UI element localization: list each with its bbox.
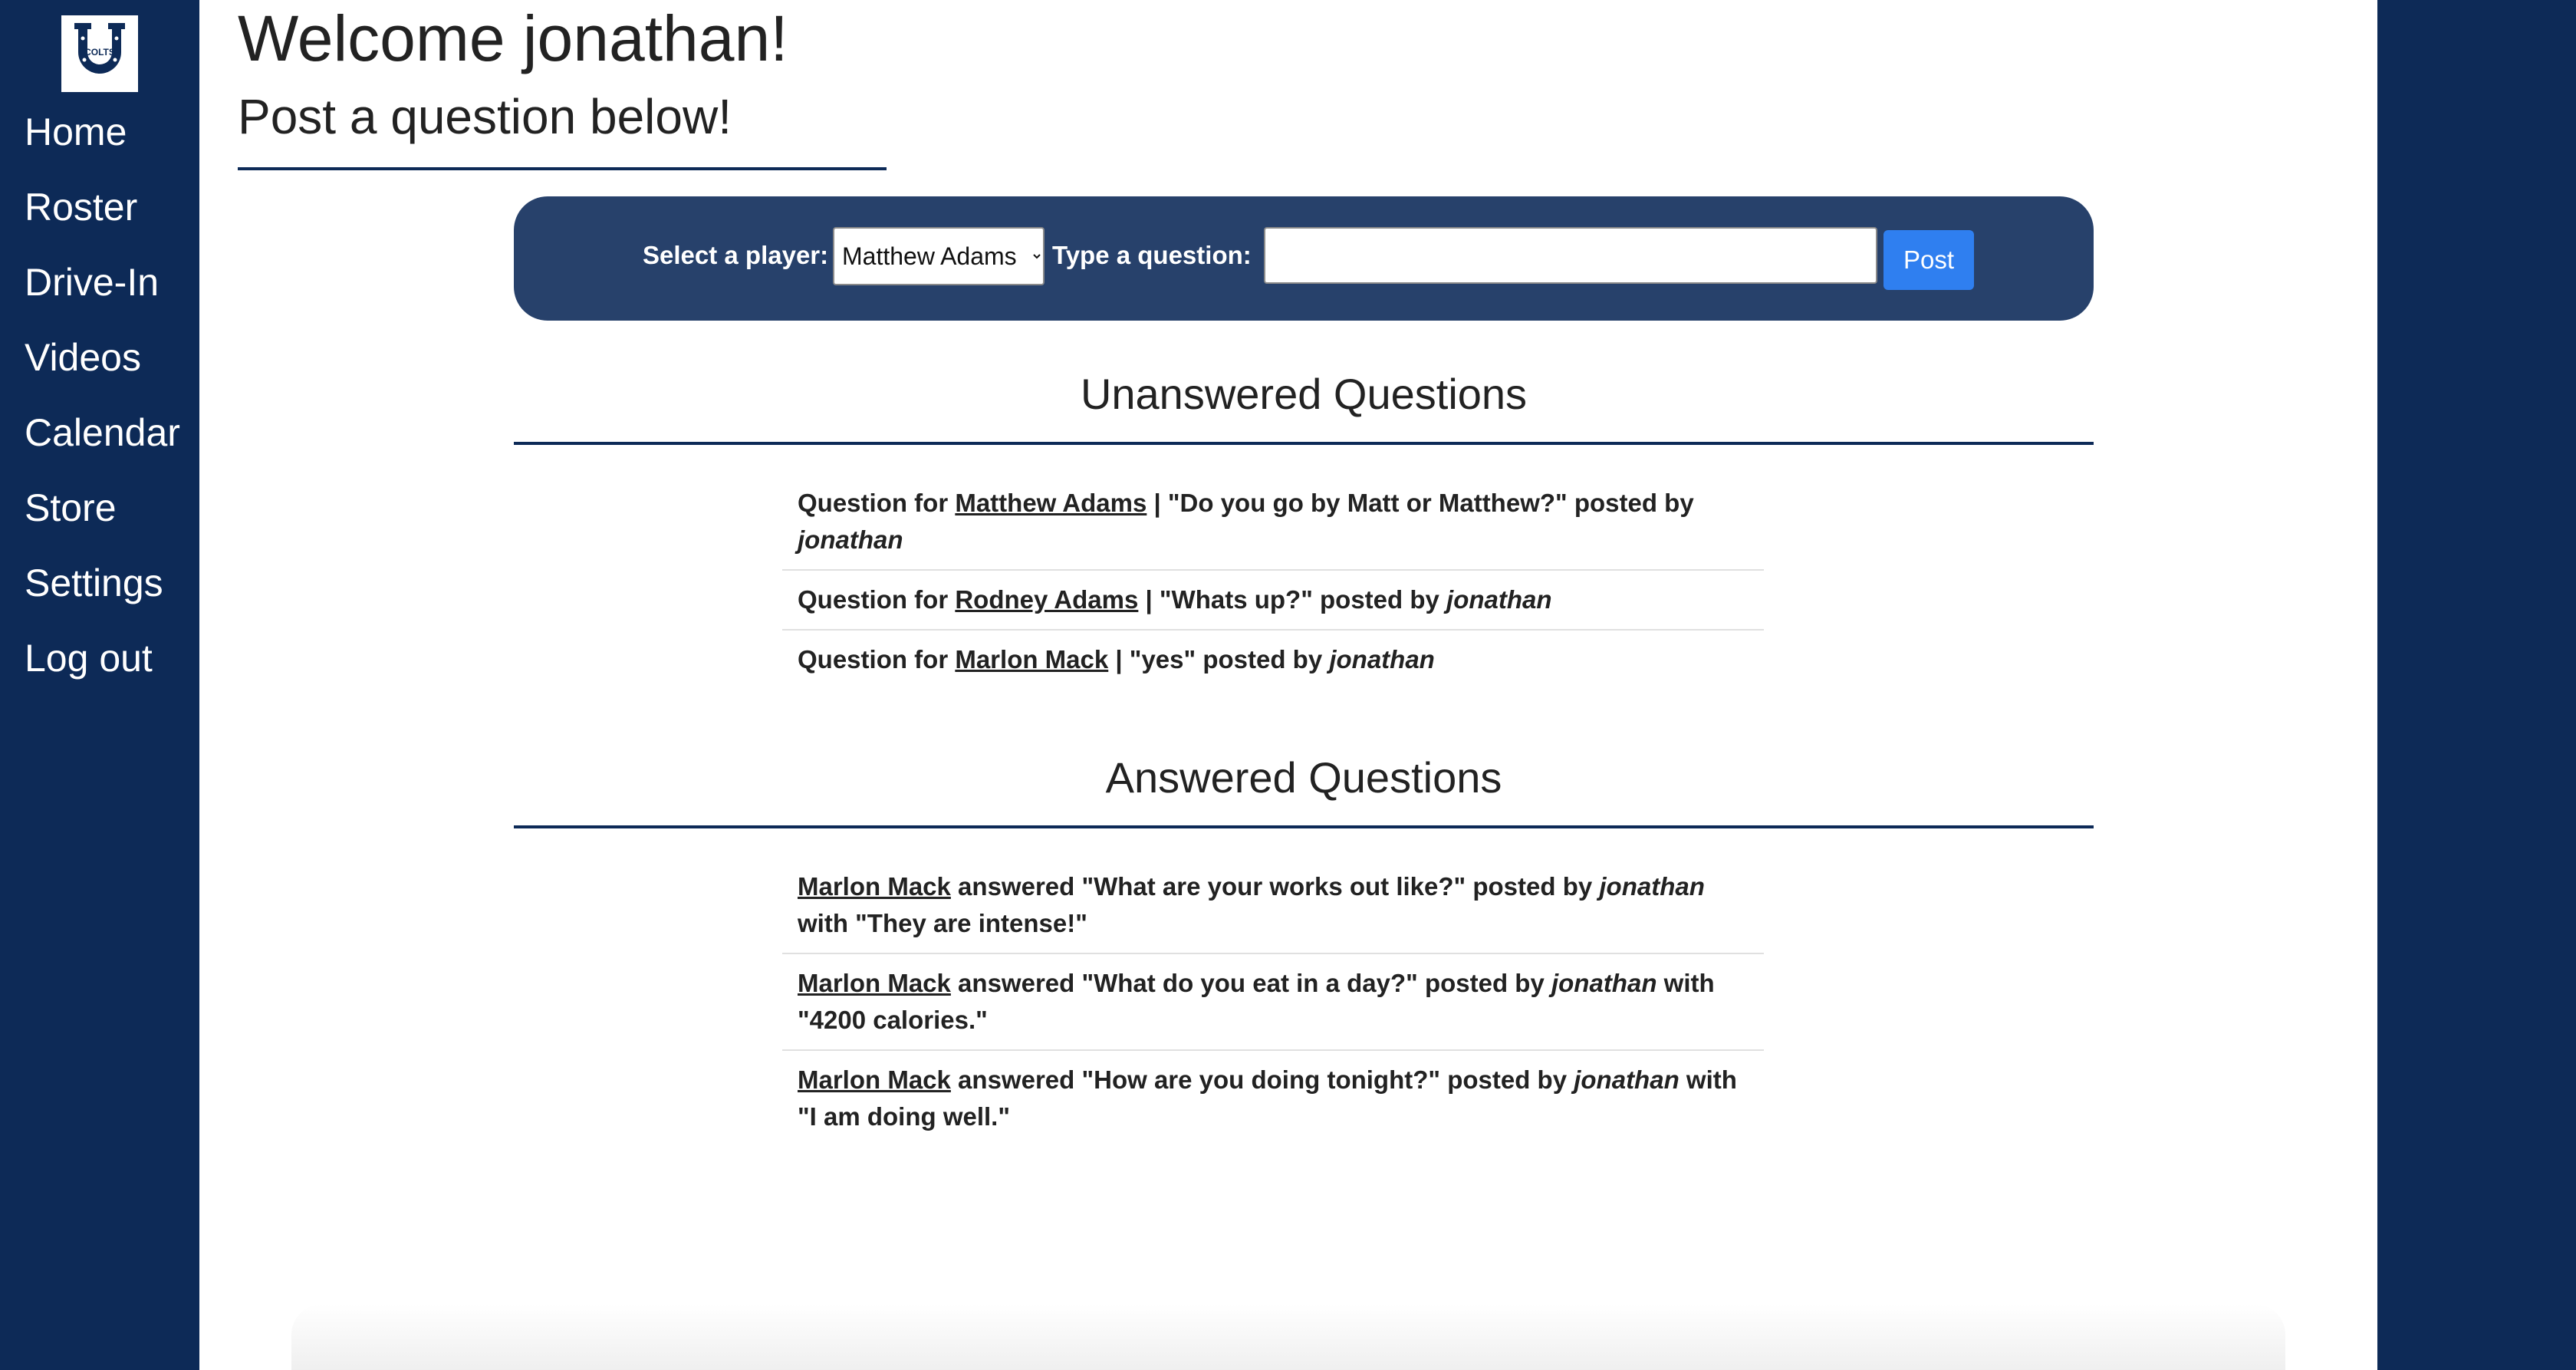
list-item: Marlon Mack answered "What are your work…	[782, 858, 1764, 954]
welcome-heading: Welcome jonathan!	[238, 2, 788, 74]
poster-name: jonathan	[1599, 872, 1705, 901]
unanswered-title: Unanswered Questions	[1080, 370, 1528, 418]
question-text: | "yes" posted by	[1108, 645, 1330, 673]
question-input[interactable]	[1264, 227, 1877, 284]
horseshoe-icon: COLTS	[74, 23, 125, 74]
main-content: Welcome jonathan! Post a question below!…	[199, 0, 2377, 1370]
nav-calendar[interactable]: Calendar	[25, 399, 180, 474]
nav-settings[interactable]: Settings	[25, 549, 180, 624]
sidebar-nav: Home Roster Drive-In Videos Calendar Sto…	[25, 98, 180, 700]
question-text: | "Whats up?" posted by	[1138, 585, 1447, 614]
list-item: Question for Marlon Mack | "yes" posted …	[782, 631, 1764, 689]
footer-shadow	[291, 1304, 2285, 1370]
answer-question-text: answered "What do you eat in a day?" pos…	[950, 969, 1551, 997]
answered-list: Marlon Mack answered "What are your work…	[782, 858, 1764, 1146]
player-link[interactable]: Marlon Mack	[798, 872, 951, 901]
answered-divider	[514, 825, 2094, 828]
answer-question-text: answered "What are your works out like?"…	[950, 872, 1600, 901]
list-item: Question for Matthew Adams | "Do you go …	[782, 474, 1764, 571]
nav-store[interactable]: Store	[25, 474, 180, 549]
nav-home[interactable]: Home	[25, 98, 180, 173]
unanswered-list: Question for Matthew Adams | "Do you go …	[782, 474, 1764, 689]
question-text: | "Do you go by Matt or Matthew?" posted…	[1147, 489, 1694, 517]
poster-name: jonathan	[1551, 969, 1657, 997]
list-item: Question for Rodney Adams | "Whats up?" …	[782, 571, 1764, 631]
list-item: Marlon Mack answered "What do you eat in…	[782, 954, 1764, 1051]
question-input-label: Type a question:	[1052, 241, 1252, 269]
answer-question-text: answered "How are you doing tonight?" po…	[950, 1065, 1574, 1094]
player-select[interactable]: Matthew Adams	[833, 227, 1045, 285]
question-form: Select a player: Matthew Adams Type a qu…	[514, 196, 2094, 321]
logo-text: COLTS	[84, 47, 115, 58]
player-link[interactable]: Rodney Adams	[955, 585, 1138, 614]
heading-divider	[238, 167, 887, 170]
player-link[interactable]: Marlon Mack	[798, 969, 951, 997]
nav-roster[interactable]: Roster	[25, 173, 180, 249]
player-select-label: Select a player:	[643, 241, 829, 269]
post-button[interactable]: Post	[1883, 230, 1974, 290]
poster-name: jonathan	[1329, 645, 1435, 673]
answered-title: Answered Questions	[1105, 753, 1502, 802]
nav-videos[interactable]: Videos	[25, 324, 180, 399]
post-question-heading: Post a question below!	[238, 89, 732, 144]
player-link[interactable]: Marlon Mack	[798, 1065, 951, 1094]
poster-name: jonathan	[798, 525, 903, 554]
list-item: Marlon Mack answered "How are you doing …	[782, 1051, 1764, 1146]
player-link[interactable]: Marlon Mack	[955, 645, 1108, 673]
nav-drive-in[interactable]: Drive-In	[25, 249, 180, 324]
poster-name: jonathan	[1446, 585, 1552, 614]
nav-log-out[interactable]: Log out	[25, 624, 180, 700]
right-background-band	[2377, 0, 2576, 1370]
answer-text: with "They are intense!"	[798, 909, 1087, 937]
player-link[interactable]: Matthew Adams	[955, 489, 1147, 517]
question-prefix: Question for	[798, 585, 956, 614]
colts-logo[interactable]: COLTS	[61, 15, 138, 92]
unanswered-divider	[514, 442, 2094, 445]
question-prefix: Question for	[798, 645, 956, 673]
sidebar: COLTS Home Roster Drive-In Videos Calend…	[0, 0, 199, 1370]
poster-name: jonathan	[1574, 1065, 1679, 1094]
question-prefix: Question for	[798, 489, 956, 517]
